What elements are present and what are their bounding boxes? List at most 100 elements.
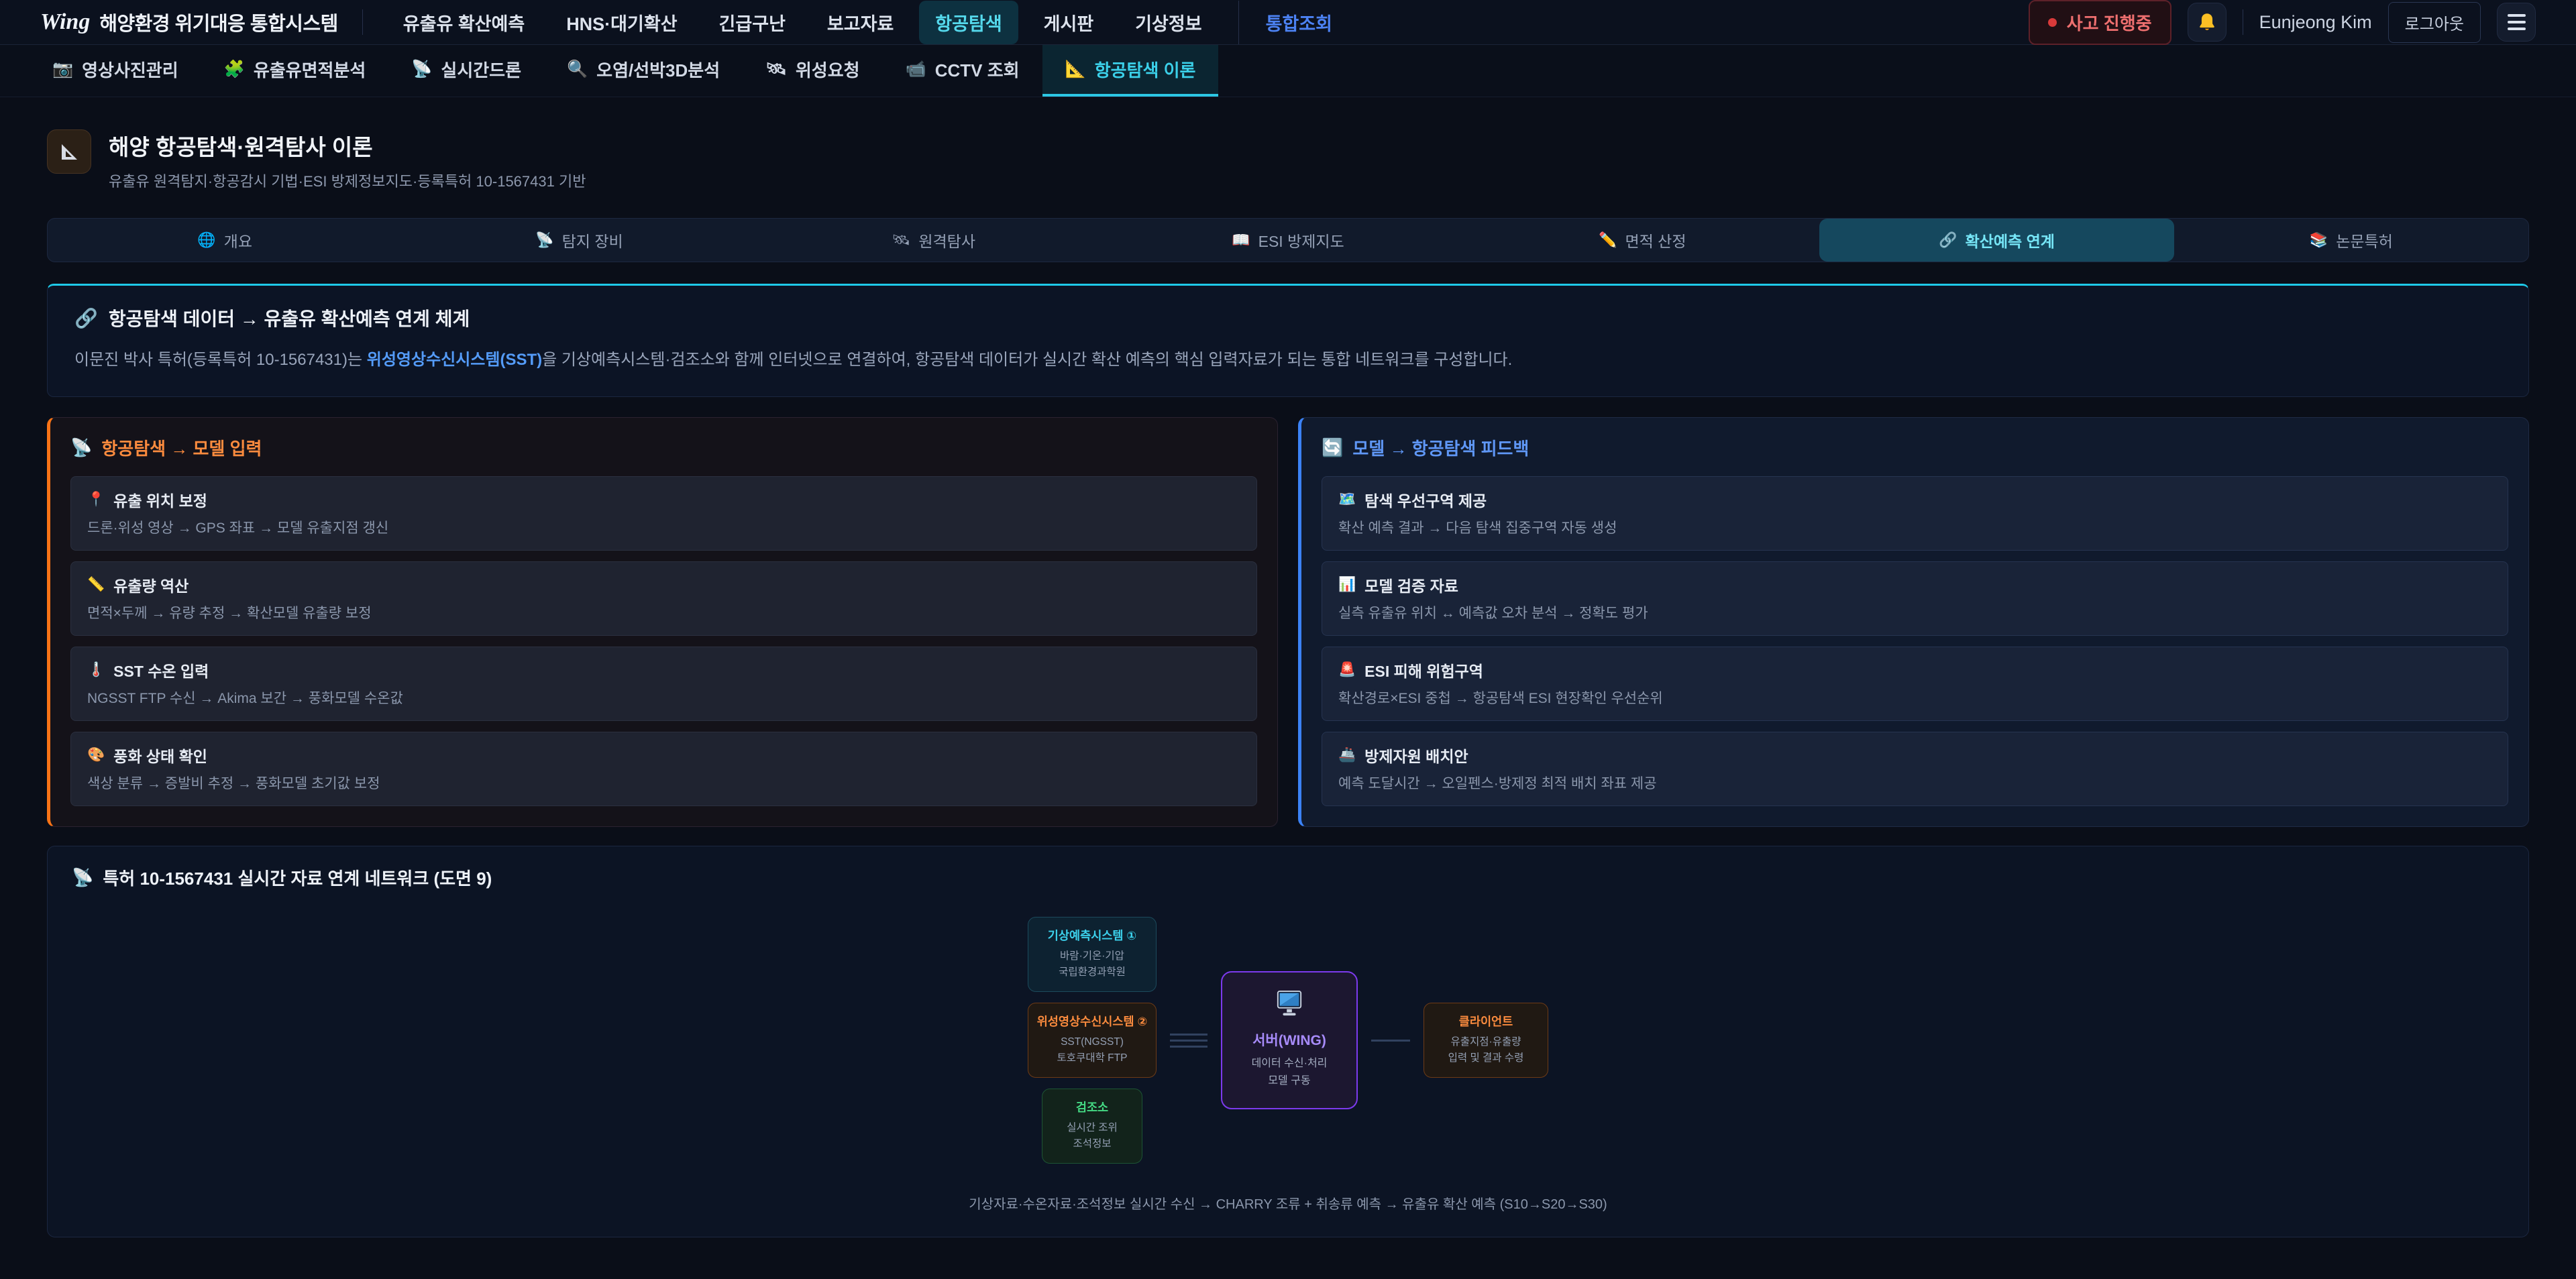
satellite-icon: 🛰: [892, 231, 910, 249]
main-nav: 유출유 확산예측 HNS·대기확산 긴급구난 보고자료 항공탐색 게시판 기상정…: [387, 1, 1348, 44]
video-camera-icon: 📹: [906, 60, 926, 79]
item-spill-volume-back-calculation: 📏 유출량 역산 면적×두께 → 유량 추정 → 확산모델 유출량 보정: [70, 561, 1257, 636]
item-model-validation-data: 📊 모델 검증 자료 실측 유출유 위치 ↔ 예측값 오차 분석 → 정확도 평…: [1322, 561, 2508, 636]
item-response-resource-deployment: 🚢 방제자원 배치안 예측 도달시간 → 오일펜스·방제정 최적 배치 좌표 제…: [1322, 732, 2508, 806]
ship-icon: 🚢: [1338, 747, 1356, 763]
app-logo: Wing 해양환경 위기대응 통합시스템: [40, 8, 338, 36]
pencil-icon: ✏️: [1599, 231, 1617, 249]
section-tab-bar: 🌐 개요 📡 탐지 장비 🛰 원격탐사 📖 ESI 방제지도 ✏️ 면적 산정 …: [47, 218, 2529, 262]
item-sst-temperature-input: 🌡️ SST 수온 입력 NGSST FTP 수신 → Akima 보간 → 풍…: [70, 647, 1257, 721]
pill-esi-response-map[interactable]: 📖 ESI 방제지도: [1111, 219, 1465, 262]
link-icon: 🔗: [74, 307, 98, 329]
network-caption: 기상자료·수온자료·조석정보 실시간 수신 → CHARRY 조류 + 취송류 …: [72, 1193, 2504, 1213]
flow-cards-row: 📡 항공탐색 → 모델 입력 📍 유출 위치 보정 드론·위성 영상 → GPS…: [47, 417, 2529, 827]
alert-dot-icon: [2048, 18, 2057, 27]
item-search-priority-zone: 🗺️ 탐색 우선구역 제공 확산 예측 결과 → 다음 탐색 집중구역 자동 생…: [1322, 476, 2508, 551]
item-esi-damage-risk-zone: 🚨 ESI 피해 위험구역 확산경로×ESI 중첩 → 항공탐색 ESI 현장확…: [1322, 647, 2508, 721]
node-client: 클라이언트 유출지점·유출량 입력 및 결과 수령: [1424, 1003, 1548, 1078]
pill-papers-patents[interactable]: 📚 논문특허: [2174, 219, 2528, 262]
bar-chart-icon: 📊: [1338, 577, 1356, 593]
satellite-antenna-icon: 📡: [411, 60, 432, 79]
aerial-to-model-card: 📡 항공탐색 → 모델 입력 📍 유출 위치 보정 드론·위성 영상 → GPS…: [47, 417, 1278, 827]
triangle-ruler-icon: 📐: [1065, 60, 1086, 79]
satellite-antenna-icon: 📡: [70, 437, 92, 458]
triple-link-connector: [1170, 1034, 1208, 1048]
palette-icon: 🎨: [87, 747, 105, 763]
pill-detection-equipment[interactable]: 📡 탐지 장비: [402, 219, 756, 262]
tab-realtime-drone[interactable]: 📡 실시간드론: [388, 45, 544, 97]
menu-icon: [2508, 14, 2526, 30]
sub-nav: 📷 영상사진관리 🧩 유출유면적분석 📡 실시간드론 🔍 오염/선박3D분석 🛰…: [0, 45, 2576, 97]
pushpin-icon: 📍: [87, 492, 105, 508]
bell-icon: [2198, 12, 2216, 32]
camera-icon: 📷: [52, 60, 73, 79]
incident-status-label: 사고 진행중: [2067, 10, 2152, 35]
nav-integrated-search[interactable]: 통합조회: [1238, 1, 1348, 44]
tab-cctv-view[interactable]: 📹 CCTV 조회: [883, 45, 1042, 97]
tab-aerial-search-theory[interactable]: 📐 항공탐색 이론: [1042, 45, 1219, 97]
sst-system-link[interactable]: 위성영상수신시스템(SST): [367, 351, 542, 369]
pill-prediction-linkage[interactable]: 🔗 확산예측 연계: [1819, 219, 2174, 262]
open-book-icon: 📖: [1232, 231, 1250, 249]
notifications-button[interactable]: [2188, 3, 2226, 42]
alert-light-icon: 🚨: [1338, 662, 1356, 678]
nav-hns-atmospheric-diffusion[interactable]: HNS·대기확산: [550, 1, 693, 44]
globe-icon: 🌐: [197, 231, 215, 249]
aerial-to-model-header: 📡 항공탐색 → 모델 입력: [70, 435, 1257, 460]
divider: [362, 9, 363, 35]
user-name: Eunjeong Kim: [2259, 12, 2372, 33]
node-wing-server: 서버(WING) 데이터 수신·처리 모델 구동: [1221, 971, 1358, 1109]
linkage-section: 🔗 항공탐색 데이터 → 유출유 확산예측 연계 체계 이문진 박사 특허(등록…: [47, 284, 2529, 397]
item-spill-location-correction: 📍 유출 위치 보정 드론·위성 영상 → GPS 좌표 → 모델 유출지점 갱…: [70, 476, 1257, 551]
model-to-aerial-header: 🔄 모델 → 항공탐색 피드백: [1322, 435, 2508, 460]
item-weathering-state-check: 🎨 풍화 상태 확인 색상 분류 → 증발비 추정 → 풍화모델 초기값 보정: [70, 732, 1257, 806]
top-bar: Wing 해양환경 위기대응 통합시스템 유출유 확산예측 HNS·대기확산 긴…: [0, 0, 2576, 45]
main-content: 해양 항공탐색·원격탐사 이론 유출유 원격탐지·항공감시 기법·ESI 방제정…: [0, 129, 2576, 1237]
pill-overview[interactable]: 🌐 개요: [48, 219, 402, 262]
magnifier-icon: 🔍: [567, 60, 588, 79]
linkage-section-title: 🔗 항공탐색 데이터 → 유출유 확산예측 연계 체계: [74, 304, 2502, 331]
tab-satellite-request[interactable]: 🛰 위성요청: [743, 45, 882, 97]
pill-remote-sensing[interactable]: 🛰 원격탐사: [757, 219, 1111, 262]
tab-image-photo-management[interactable]: 📷 영상사진관리: [30, 45, 201, 97]
logo-wing-icon: Wing: [40, 9, 90, 35]
nav-board[interactable]: 게시판: [1028, 1, 1110, 44]
satellite-icon: 🛰: [765, 60, 787, 79]
world-map-icon: 🗺️: [1338, 492, 1356, 508]
nav-aerial-search[interactable]: 항공탐색: [919, 1, 1018, 44]
logout-button[interactable]: 로그아웃: [2388, 2, 2481, 43]
model-to-aerial-card: 🔄 모델 → 항공탐색 피드백 🗺️ 탐색 우선구역 제공 확산 예측 결과 →…: [1298, 417, 2529, 827]
page-header: 해양 항공탐색·원격탐사 이론 유출유 원격탐지·항공감시 기법·ESI 방제정…: [47, 129, 2529, 191]
linkage-description: 이문진 박사 특허(등록특허 10-1567431)는 위성영상수신시스템(SS…: [74, 347, 2502, 372]
nav-weather-info[interactable]: 기상정보: [1119, 1, 1218, 44]
node-tide-station: 검조소 실시간 조위 조석정보: [1042, 1089, 1142, 1164]
network-diagram: 기상예측시스템 ① 바람·기온·기압 국립환경과학원 위성영상수신시스템 ② S…: [72, 917, 2504, 1164]
patent-network-section: 📡 특허 10-1567431 실시간 자료 연계 네트워크 (도면 9) 기상…: [47, 846, 2529, 1237]
ruler-icon: 📏: [87, 577, 105, 593]
network-section-title: 📡 특허 10-1567431 실시간 자료 연계 네트워크 (도면 9): [72, 865, 2504, 890]
triangle-ruler-icon: [47, 129, 91, 174]
nav-report-materials[interactable]: 보고자료: [811, 1, 910, 44]
nav-emergency-rescue[interactable]: 긴급구난: [703, 1, 802, 44]
tab-oil-area-analysis[interactable]: 🧩 유출유면적분석: [201, 45, 389, 97]
pill-area-calculation[interactable]: ✏️ 면적 산정: [1465, 219, 1819, 262]
satellite-antenna-icon: 📡: [72, 867, 93, 888]
thermometer-icon: 🌡️: [87, 662, 105, 678]
node-satellite-image-receiving-system: 위성영상수신시스템 ② SST(NGSST) 토호쿠대학 FTP: [1028, 1003, 1157, 1078]
top-bar-right: 사고 진행중 Eunjeong Kim 로그아웃: [2029, 0, 2536, 45]
server-computer-icon: [1274, 990, 1305, 1018]
incident-status-badge: 사고 진행중: [2029, 0, 2171, 45]
page-subtitle: 유출유 원격탐지·항공감시 기법·ESI 방제정보지도·등록특허 10-1567…: [109, 170, 586, 191]
link-icon: 🔗: [1939, 231, 1957, 249]
app-title: 해양환경 위기대응 통합시스템: [99, 8, 337, 36]
puzzle-icon: 🧩: [224, 60, 245, 79]
node-weather-forecast-system: 기상예측시스템 ① 바람·기온·기압 국립환경과학원: [1028, 917, 1157, 992]
books-icon: 📚: [2310, 231, 2328, 249]
tab-pollution-ship-3d-analysis[interactable]: 🔍 오염/선박3D분석: [544, 45, 743, 97]
menu-button[interactable]: [2497, 3, 2536, 42]
page-title: 해양 항공탐색·원격탐사 이론: [109, 129, 586, 162]
nav-oil-spill-prediction[interactable]: 유출유 확산예측: [387, 1, 541, 44]
single-link-connector: [1371, 1040, 1410, 1042]
cycle-icon: 🔄: [1322, 437, 1343, 458]
satellite-antenna-icon: 📡: [535, 231, 553, 249]
